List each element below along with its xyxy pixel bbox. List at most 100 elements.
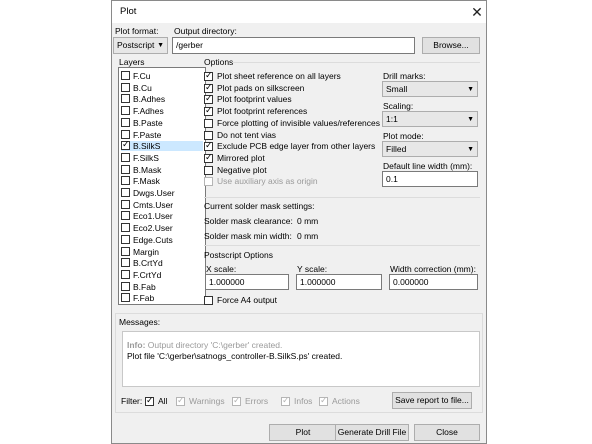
output-directory-input[interactable]: /gerber xyxy=(172,37,415,54)
save-report-button[interactable]: Save report to file... xyxy=(392,392,472,409)
filter-label-text: All xyxy=(158,396,168,406)
filter-box[interactable] xyxy=(145,395,154,406)
plot-button[interactable]: Plot xyxy=(269,424,337,441)
layer-label: F.CrtYd xyxy=(133,269,162,280)
layer-checkbox[interactable] xyxy=(121,269,130,279)
option-box[interactable] xyxy=(204,140,213,152)
layer-checkbox[interactable] xyxy=(121,117,130,127)
option-box[interactable] xyxy=(204,93,213,105)
layer-checkbox[interactable] xyxy=(121,139,130,151)
x-scale-input[interactable]: 1.000000 xyxy=(205,274,289,290)
layer-checkbox[interactable] xyxy=(121,94,130,104)
force-a4-label: Force A4 output xyxy=(217,295,278,305)
option-checkbox[interactable]: Plot sheet reference on all layers xyxy=(204,70,376,82)
layer-item[interactable]: B.CrtYd xyxy=(121,258,203,268)
solder-mask-divider xyxy=(204,197,480,198)
layers-list[interactable]: F.CuB.CuB.Adhes F.AdhesB.PasteF.PasteB.Si… xyxy=(118,67,206,305)
layer-item[interactable]: F.Adhes xyxy=(121,106,203,116)
filter-label-text: Warnings xyxy=(189,396,225,406)
layer-checkbox[interactable] xyxy=(121,258,130,268)
layer-item[interactable]: B.Mask xyxy=(121,164,203,175)
layer-item[interactable]: Eco1.User xyxy=(121,211,203,221)
layer-checkbox[interactable] xyxy=(121,106,130,116)
force-a4-box[interactable] xyxy=(204,296,213,305)
plot-mode-select[interactable]: Filled ▼ xyxy=(382,141,478,157)
filter-label: Filter: xyxy=(121,396,143,406)
y-scale-input[interactable]: 1.000000 xyxy=(296,274,382,290)
layer-item[interactable]: F.CrtYd xyxy=(121,269,203,280)
option-label: Use auxiliary axis as origin xyxy=(217,176,318,187)
option-box[interactable] xyxy=(204,130,213,140)
option-checkbox[interactable]: Plot footprint references xyxy=(204,105,376,117)
layer-checkbox[interactable] xyxy=(121,281,130,291)
plot-mode-value: Filled xyxy=(386,144,407,154)
generate-drill-file-button[interactable]: Generate Drill File xyxy=(335,424,409,441)
option-box[interactable] xyxy=(204,105,213,117)
option-checkbox[interactable]: Exclude PCB edge layer from other layers xyxy=(204,140,376,152)
layer-item[interactable]: B.Paste xyxy=(121,117,203,128)
option-box[interactable] xyxy=(204,70,213,81)
layer-checkbox[interactable] xyxy=(121,71,130,80)
close-window-icon[interactable]: ✕ xyxy=(468,2,486,22)
option-checkbox[interactable]: Negative plot xyxy=(204,165,376,176)
postscript-divider xyxy=(204,245,480,246)
layer-item[interactable]: F.Fab xyxy=(121,293,203,303)
drill-marks-value: Small xyxy=(386,84,408,94)
width-correction-input[interactable]: 0.000000 xyxy=(389,274,478,290)
line-width-input[interactable]: 0.1 xyxy=(382,171,478,187)
layer-label: B.Cu xyxy=(133,82,152,93)
layer-item[interactable]: Cmts.User xyxy=(121,199,203,210)
layer-checkbox[interactable] xyxy=(121,164,130,174)
layer-checkbox[interactable] xyxy=(121,176,130,186)
option-label: Exclude PCB edge layer from other layers xyxy=(217,141,376,152)
drill-marks-select[interactable]: Small ▼ xyxy=(382,81,478,97)
layer-item[interactable]: Margin xyxy=(121,246,203,257)
layer-checkbox[interactable] xyxy=(121,129,130,139)
option-checkbox[interactable]: Plot footprint values xyxy=(204,93,376,105)
filter-label-text: Errors xyxy=(245,396,269,406)
option-label: Plot footprint values xyxy=(217,94,292,105)
layer-item[interactable]: F.SilkS xyxy=(121,152,203,163)
scaling-select[interactable]: 1:1 ▼ xyxy=(382,111,478,127)
layer-checkbox[interactable] xyxy=(121,223,130,233)
layer-item[interactable]: Edge.Cuts xyxy=(121,234,203,245)
layer-item[interactable]: F.Cu xyxy=(121,71,203,81)
layer-item[interactable]: B.Fab xyxy=(121,281,203,292)
option-checkbox[interactable]: Mirrored plot xyxy=(204,152,376,164)
layer-checkbox[interactable] xyxy=(121,152,130,162)
option-label: Plot pads on silkscreen xyxy=(217,82,305,93)
layer-item[interactable]: F.Paste xyxy=(121,129,203,140)
layer-checkbox[interactable] xyxy=(121,82,130,92)
option-checkbox[interactable]: Do not tent vias xyxy=(204,130,376,141)
layer-item[interactable]: B.SilkS xyxy=(121,139,203,152)
layer-item[interactable]: B.Cu xyxy=(121,82,203,93)
option-box[interactable] xyxy=(204,152,213,163)
message-info-text: Output directory 'C:\gerber' created. xyxy=(145,340,283,350)
layer-item[interactable]: F.Mask xyxy=(121,176,203,186)
layer-checkbox[interactable] xyxy=(121,188,130,197)
layer-item[interactable]: Dwgs.User xyxy=(121,188,203,198)
force-a4-checkbox[interactable]: Force A4 output xyxy=(204,295,354,306)
option-checkbox[interactable]: Plot pads on silkscreen xyxy=(204,82,376,94)
option-box[interactable] xyxy=(204,118,213,128)
filter-warnings-checkbox: Warnings xyxy=(176,395,231,407)
layer-checkbox[interactable] xyxy=(121,246,130,256)
layer-label: Eco1.User xyxy=(133,211,173,222)
layer-checkbox[interactable] xyxy=(121,234,130,244)
layer-item[interactable]: B.Adhes xyxy=(121,94,203,104)
browse-button[interactable]: Browse... xyxy=(422,37,480,54)
solder-mask-clearance-value: 0 mm xyxy=(297,216,319,226)
option-checkbox[interactable]: Force plotting of invisible values/refer… xyxy=(204,118,380,129)
plot-format-select[interactable]: Postscript ▼ xyxy=(113,37,168,54)
option-box[interactable] xyxy=(204,165,213,175)
layer-checkbox[interactable] xyxy=(121,293,130,303)
message-line-info: Info: Output directory 'C:\gerber' creat… xyxy=(127,340,282,351)
layer-checkbox[interactable] xyxy=(121,211,130,221)
option-box[interactable] xyxy=(204,82,213,93)
layer-checkbox[interactable] xyxy=(121,199,130,209)
message-info-prefix: Info: xyxy=(127,340,146,350)
close-button[interactable]: Close xyxy=(414,424,480,441)
messages-log[interactable]: Info: Output directory 'C:\gerber' creat… xyxy=(122,331,480,387)
plot-format-label: Plot format: xyxy=(115,26,159,36)
layer-item[interactable]: Eco2.User xyxy=(121,223,203,233)
